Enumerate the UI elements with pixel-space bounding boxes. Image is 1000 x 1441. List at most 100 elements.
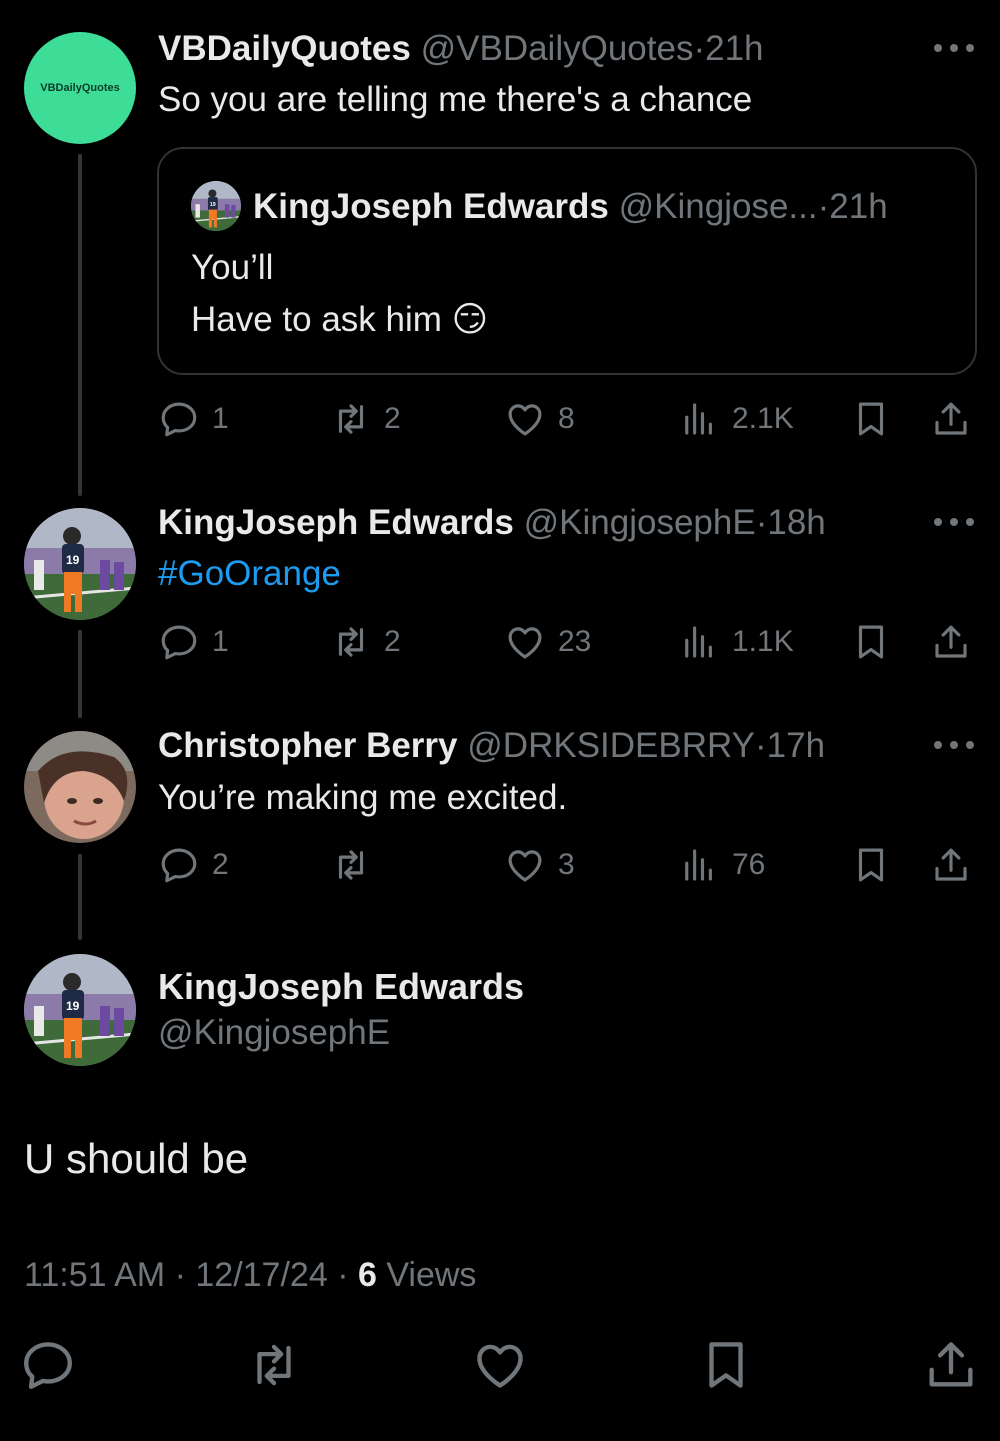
- tweet-date[interactable]: 12/17/24: [195, 1256, 327, 1294]
- share-button[interactable]: [922, 1336, 980, 1394]
- bookmark-icon: [850, 844, 892, 886]
- author-name[interactable]: Christopher Berry: [158, 726, 458, 765]
- share-button[interactable]: [930, 618, 972, 666]
- thread-line: [78, 854, 82, 940]
- repost-icon: [330, 844, 372, 886]
- timestamp[interactable]: 18h: [767, 503, 825, 542]
- timestamp: 21h: [829, 187, 888, 226]
- author-handle[interactable]: @KingjosephE: [524, 503, 756, 542]
- bookmark-icon: [850, 621, 892, 663]
- repost-button[interactable]: [245, 1336, 303, 1394]
- tweet-meta: 11:51 AM · 12/17/24 · 6 Views: [24, 1252, 476, 1298]
- reply-icon: [19, 1336, 77, 1394]
- quoted-tweet-line-2: Have to ask him 😏: [191, 297, 488, 343]
- separator: ·: [755, 726, 767, 765]
- avatar[interactable]: VBDailyQuotes: [24, 32, 136, 144]
- separator: ·: [693, 29, 706, 68]
- repost-button[interactable]: 2: [330, 395, 401, 443]
- views-icon: [678, 844, 720, 886]
- reply-count: 2: [212, 848, 229, 881]
- share-icon: [930, 621, 972, 663]
- repost-icon: [330, 398, 372, 440]
- reply-count: 1: [212, 625, 229, 658]
- repost-button[interactable]: [330, 841, 384, 889]
- reply-button[interactable]: 1: [158, 395, 229, 443]
- like-icon: [504, 398, 546, 440]
- author-handle[interactable]: @KingjosephE: [158, 1010, 390, 1056]
- views-label: Views: [386, 1256, 477, 1294]
- reply-button[interactable]: [19, 1336, 77, 1394]
- share-button[interactable]: [930, 395, 972, 443]
- separator: ·: [174, 1256, 186, 1294]
- separator: ·: [817, 187, 830, 226]
- reply-icon: [158, 621, 200, 663]
- smirk-emoji: 😏: [451, 300, 489, 340]
- timestamp[interactable]: 21h: [705, 29, 763, 68]
- quoted-tweet[interactable]: KingJoseph Edwards @Kingjose...·21h You’…: [157, 147, 977, 375]
- timestamp[interactable]: 17h: [767, 726, 825, 765]
- separator: ·: [337, 1256, 349, 1294]
- reply-icon: [158, 844, 200, 886]
- quoted-tweet-text: Have to ask him: [191, 300, 442, 339]
- views-button[interactable]: 76: [678, 841, 765, 889]
- bookmark-button[interactable]: [850, 841, 892, 889]
- author-name: KingJoseph Edwards: [253, 187, 609, 226]
- like-button[interactable]: 8: [504, 395, 575, 443]
- avatar[interactable]: [24, 731, 136, 843]
- views-button[interactable]: 1.1K: [678, 618, 794, 666]
- views-count: 76: [732, 848, 766, 881]
- author-handle[interactable]: @DRKSIDEBRRY: [467, 726, 755, 765]
- author-handle[interactable]: @VBDailyQuotes: [421, 29, 694, 68]
- views-count: 6: [357, 1256, 377, 1294]
- author-name[interactable]: KingJoseph Edwards: [158, 964, 524, 1010]
- bookmark-button[interactable]: [850, 618, 892, 666]
- views-button[interactable]: 2.1K: [678, 395, 794, 443]
- more-icon[interactable]: [934, 516, 974, 528]
- reply-button[interactable]: 2: [158, 841, 229, 889]
- views-icon: [678, 398, 720, 440]
- author-name[interactable]: VBDailyQuotes: [158, 29, 411, 68]
- share-button[interactable]: [930, 841, 972, 889]
- share-icon: [922, 1336, 980, 1394]
- share-icon: [930, 398, 972, 440]
- tweet-text: U should be: [24, 1135, 249, 1182]
- more-icon[interactable]: [934, 739, 974, 751]
- repost-icon: [245, 1336, 303, 1394]
- avatar[interactable]: [24, 954, 136, 1066]
- views-icon: [678, 621, 720, 663]
- views-count: 1.1K: [732, 625, 794, 658]
- like-count: 23: [558, 625, 592, 658]
- tweet-actions: 1 2 23 1.1K: [158, 618, 978, 666]
- bookmark-button[interactable]: [850, 395, 892, 443]
- author-handle: @Kingjose...: [618, 187, 818, 226]
- repost-count: 2: [384, 625, 401, 658]
- like-icon: [471, 1336, 529, 1394]
- quoted-tweet-line-1: You’ll: [191, 248, 274, 287]
- repost-icon: [330, 621, 372, 663]
- avatar[interactable]: [24, 508, 136, 620]
- reply-button[interactable]: 1: [158, 618, 229, 666]
- like-button[interactable]: 3: [504, 841, 575, 889]
- repost-button[interactable]: 2: [330, 618, 401, 666]
- like-icon: [504, 621, 546, 663]
- repost-count: 2: [384, 402, 401, 435]
- tweet-header: KingJoseph Edwards @KingjosephE·18h: [158, 501, 826, 545]
- like-button[interactable]: 23: [504, 618, 591, 666]
- tweet-text: You’re making me excited.: [158, 778, 568, 817]
- tweet-header: VBDailyQuotes @VBDailyQuotes·21h: [158, 27, 764, 71]
- like-button[interactable]: [471, 1336, 529, 1394]
- more-icon[interactable]: [934, 42, 974, 54]
- tweet-text: So you are telling me there's a chance: [158, 80, 753, 119]
- avatar-label: VBDailyQuotes: [40, 82, 120, 94]
- author-name[interactable]: KingJoseph Edwards: [158, 503, 514, 542]
- bookmark-button[interactable]: [697, 1336, 755, 1394]
- like-icon: [504, 844, 546, 886]
- hashtag-link[interactable]: #GoOrange: [158, 551, 341, 597]
- avatar[interactable]: [191, 181, 241, 231]
- like-count: 8: [558, 402, 575, 435]
- reply-count: 1: [212, 402, 229, 435]
- thread-line: [78, 154, 82, 496]
- tweet-header: Christopher Berry @DRKSIDEBRRY·17h: [158, 724, 825, 768]
- tweet-time[interactable]: 11:51 AM: [24, 1256, 165, 1294]
- like-count: 3: [558, 848, 575, 881]
